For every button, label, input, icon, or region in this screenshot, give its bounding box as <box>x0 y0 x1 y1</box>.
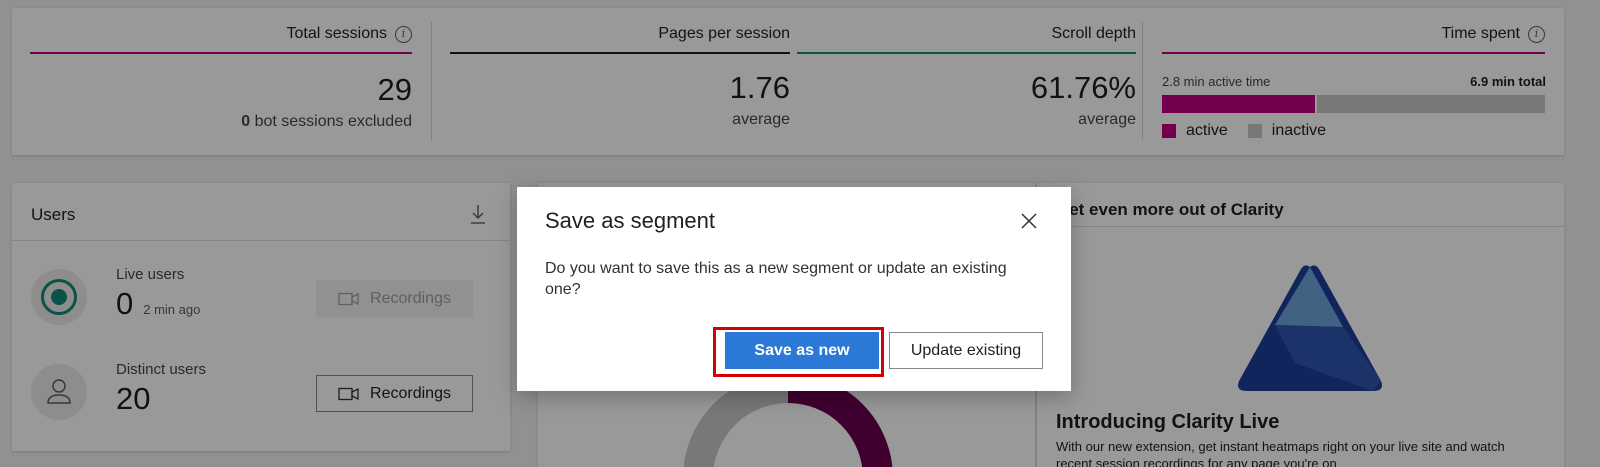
dialog-title: Save as segment <box>545 208 715 233</box>
dialog-message: Do you want to save this as a new segmen… <box>545 260 1007 298</box>
update-existing-button[interactable]: Update existing <box>889 332 1043 369</box>
dashboard-page: Total sessions i 29 0 bot sessions exclu… <box>0 0 1600 467</box>
save-as-new-button[interactable]: Save as new <box>725 332 879 369</box>
save-segment-dialog: Save as segment Do you want to save this… <box>517 187 1071 391</box>
close-icon[interactable] <box>1019 211 1039 231</box>
